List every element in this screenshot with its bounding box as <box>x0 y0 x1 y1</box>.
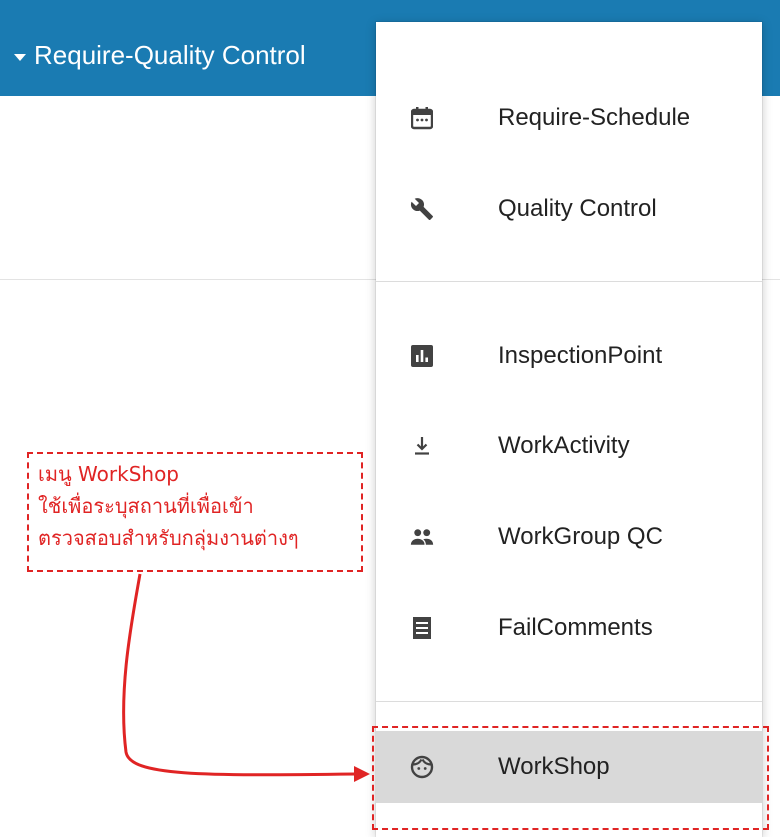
annotation-arrow <box>122 573 370 782</box>
